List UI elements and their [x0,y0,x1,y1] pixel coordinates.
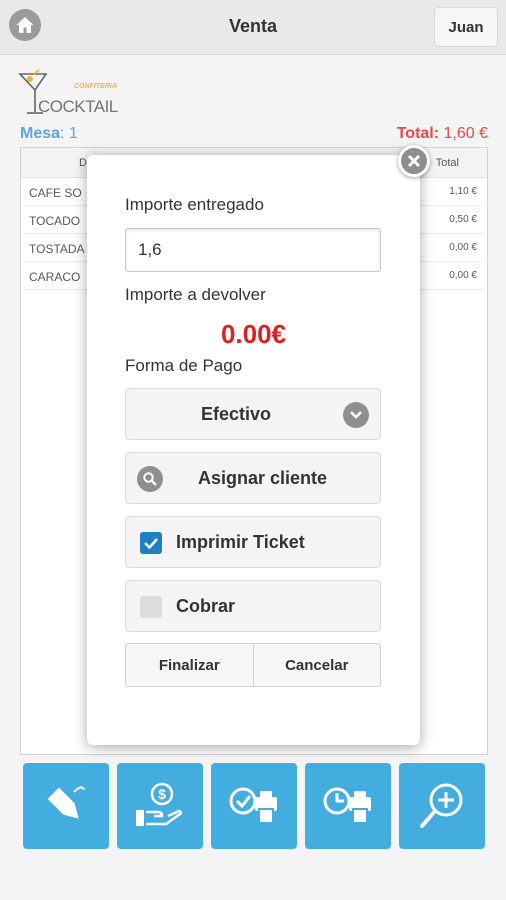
finalize-button[interactable]: Finalizar [126,644,253,686]
dialog-actions: Finalizar Cancelar [125,643,381,687]
cobrar-label: Cobrar [176,596,236,616]
change-label: Importe a devolver [125,285,266,304]
print-ticket-label: Imprimir Ticket [176,532,305,552]
cancel-button[interactable]: Cancelar [252,644,381,686]
change-amount: 0.00€ [220,319,287,349]
amount-given-label: Importe entregado [125,195,264,214]
cobrar-toggle[interactable]: Cobrar [125,580,381,632]
amount-given-input[interactable] [125,228,381,272]
payment-method-select[interactable]: Efectivo [125,388,381,440]
header: Venta Juan [0,0,506,55]
payment-method-label: Forma de Pago [125,356,243,375]
search-icon [137,466,163,492]
payment-dialog: Importe entregado Importe a devolver 0.0… [87,155,420,745]
payment-method-value: Efectivo [201,404,272,424]
print-ticket-checkbox[interactable] [140,532,162,554]
user-button[interactable]: Juan [434,7,498,47]
print-ticket-toggle[interactable]: Imprimir Ticket [125,516,381,568]
close-icon [407,154,421,168]
assign-client-button[interactable]: Asignar cliente [125,452,381,504]
chevron-down-icon [343,402,369,428]
cobrar-checkbox[interactable] [140,596,162,618]
assign-client-label: Asignar cliente [198,468,328,488]
close-dialog-button[interactable] [398,145,430,177]
page-title: Venta [228,16,278,36]
